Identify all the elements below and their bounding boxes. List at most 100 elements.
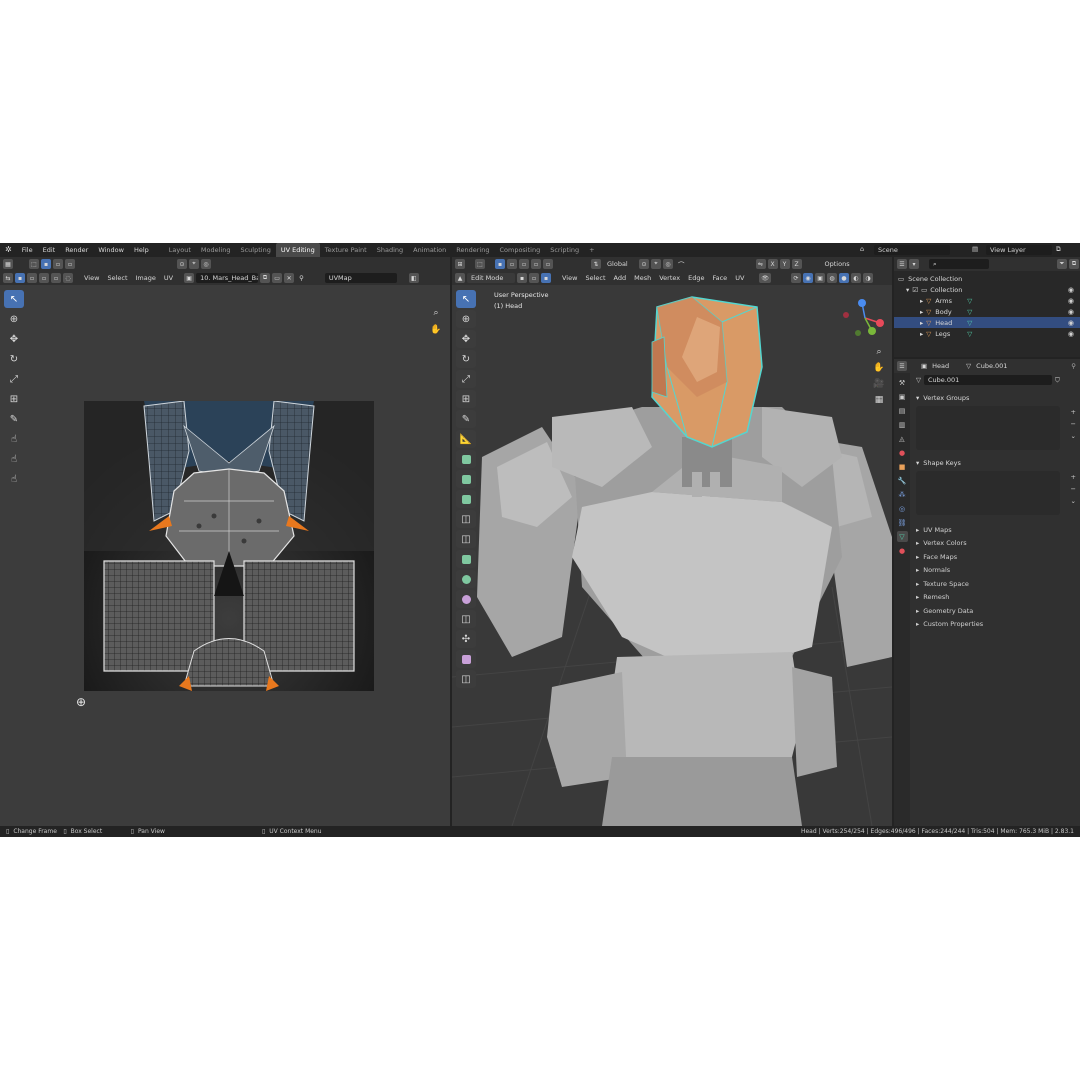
outliner-item-body[interactable]: ▸ ▽ Body ▽ ◉ xyxy=(894,306,1080,317)
menu-window[interactable]: Window xyxy=(93,243,129,257)
viewport-box5-icon[interactable]: ▫ xyxy=(543,259,553,269)
viewport-box3-icon[interactable]: ▫ xyxy=(519,259,529,269)
outliner-type-icon[interactable]: ☰ xyxy=(897,259,907,269)
pivot-icon[interactable]: ⊙ xyxy=(177,259,187,269)
axis-z-toggle[interactable]: Z xyxy=(791,259,802,269)
remove-shape-key-button[interactable]: − xyxy=(1071,485,1076,493)
viewport-select-mode-icon[interactable]: ⬚ xyxy=(475,259,485,269)
vp-smooth-tool-icon[interactable]: ◫ xyxy=(456,610,476,628)
vp-measure-tool-icon[interactable]: 📐 xyxy=(456,430,476,448)
outliner-search[interactable]: ⌕ xyxy=(929,259,989,269)
tab-layout[interactable]: Layout xyxy=(164,243,196,257)
remove-group-button[interactable]: − xyxy=(1071,420,1076,428)
vp-shrink-tool-icon[interactable] xyxy=(456,650,476,668)
tab-animation[interactable]: Animation xyxy=(408,243,451,257)
outliner-scene-collection[interactable]: ▭ Scene Collection xyxy=(894,273,1080,284)
viewport-editor-type-icon[interactable]: ⊞ xyxy=(455,259,465,269)
falloff-icon[interactable]: ⌒ xyxy=(675,259,688,269)
eye-icon[interactable]: ◉ xyxy=(1068,330,1074,338)
uv-map-field[interactable]: UVMap xyxy=(324,273,397,283)
add-shape-key-button[interactable]: + xyxy=(1071,473,1076,481)
tab-sculpting[interactable]: Sculpting xyxy=(235,243,275,257)
vp-menu-mesh[interactable]: Mesh xyxy=(631,274,654,282)
vp-annotate-tool-icon[interactable]: ✎ xyxy=(456,410,476,428)
face-mode-icon[interactable]: ▫ xyxy=(65,259,75,269)
outliner-item-head[interactable]: ▸ ▽ Head ▽ ◉ xyxy=(894,317,1080,328)
vp-rotate-tool-icon[interactable]: ↻ xyxy=(456,350,476,368)
viewport-proportional-icon[interactable]: ◎ xyxy=(663,259,673,269)
display-mode-icon[interactable]: ▾ xyxy=(909,259,919,269)
mirror-toggle-icon[interactable]: ⇋ xyxy=(755,259,766,269)
uv-menu-view[interactable]: View xyxy=(81,274,102,282)
tab-scripting[interactable]: Scripting xyxy=(545,243,584,257)
image-open-icon[interactable]: ▭ xyxy=(272,273,283,283)
blender-logo-icon[interactable]: ✲ xyxy=(0,243,17,257)
particles-tab-icon[interactable]: ⁂ xyxy=(897,489,908,500)
editor-type-icon[interactable]: ▦ xyxy=(3,259,13,269)
render-tab-icon[interactable]: ▣ xyxy=(897,391,908,402)
vp-loopcut-tool-icon[interactable]: ◫ xyxy=(456,530,476,548)
visibility-icon[interactable]: 👁 xyxy=(759,273,772,283)
vp-polybuild-tool-icon[interactable] xyxy=(456,570,476,588)
view-layer-tab-icon[interactable]: ▥ xyxy=(897,419,908,430)
group-menu-icon[interactable]: ⌄ xyxy=(1071,432,1076,440)
vp-extrude-tool-icon[interactable] xyxy=(456,470,476,488)
vp-grid-icon[interactable]: ▦ xyxy=(872,393,886,407)
transform-tool-icon[interactable]: ⊞ xyxy=(4,390,24,408)
vp-menu-select[interactable]: Select xyxy=(582,274,608,282)
add-group-button[interactable]: + xyxy=(1071,408,1076,416)
orientation-icon[interactable]: ⇅ xyxy=(591,259,601,269)
viewport-scene[interactable] xyxy=(452,257,892,826)
vp-transform-tool-icon[interactable]: ⊞ xyxy=(456,390,476,408)
shading-wire-icon[interactable]: ◍ xyxy=(827,273,838,283)
2d-cursor-icon[interactable]: ⊕ xyxy=(76,695,86,709)
tab-compositing[interactable]: Compositing xyxy=(494,243,545,257)
axis-y-toggle[interactable]: Y xyxy=(779,259,790,269)
vp-inset-tool-icon[interactable] xyxy=(456,490,476,508)
image-name-field[interactable]: 10. Mars_Head_Bas... xyxy=(196,273,259,283)
scale-tool-icon[interactable]: ⤢ xyxy=(4,370,24,388)
mesh-data-tab-icon[interactable]: ▽ xyxy=(896,531,908,542)
edge-mode-icon[interactable]: ▫ xyxy=(53,259,63,269)
vp-rip-tool-icon[interactable]: ◫ xyxy=(456,670,476,688)
vp-menu-face[interactable]: Face xyxy=(709,274,730,282)
tab-shading[interactable]: Shading xyxy=(372,243,408,257)
properties-type-icon[interactable]: ☰ xyxy=(897,361,907,371)
filter-icon[interactable]: ⏷ xyxy=(1057,259,1067,269)
vp-move-tool-icon[interactable]: ✥ xyxy=(456,330,476,348)
outliner-item-arms[interactable]: ▸ ▽ Arms ▽ ◉ xyxy=(894,295,1080,306)
fake-user-icon[interactable]: ⛉ xyxy=(1055,376,1060,385)
constraints-tab-icon[interactable]: ⛓ xyxy=(897,517,908,528)
select-tool-icon[interactable]: ↖ xyxy=(4,290,24,308)
orientation-field[interactable]: Global xyxy=(603,259,637,269)
move-tool-icon[interactable]: ✥ xyxy=(4,330,24,348)
menu-file[interactable]: File xyxy=(17,243,38,257)
snap-icon[interactable]: ⌖ xyxy=(189,259,199,269)
panel-face-maps[interactable]: ▸ Face Maps xyxy=(910,550,1080,564)
pinch-tool-icon[interactable]: ☝ xyxy=(4,470,24,488)
view-layer-selector[interactable]: View Layer xyxy=(986,245,1052,255)
panel-vertex-colors[interactable]: ▸ Vertex Colors xyxy=(910,537,1080,551)
viewport-box-icon[interactable]: ▪ xyxy=(495,259,505,269)
mode-icon[interactable]: ▲ xyxy=(455,273,465,283)
modifier-tab-icon[interactable]: 🔧 xyxy=(897,475,908,486)
scene-selector[interactable]: Scene xyxy=(874,245,950,255)
eye-icon[interactable]: ◉ xyxy=(1068,319,1074,327)
vp-add-cube-tool-icon[interactable] xyxy=(456,450,476,468)
vp-camera-icon[interactable]: 🎥 xyxy=(872,377,886,391)
pin-icon[interactable]: ⚲ xyxy=(296,274,307,282)
zoom-icon[interactable]: ⌕ xyxy=(429,306,443,320)
image-duplicate-icon[interactable]: ⧉ xyxy=(260,273,271,283)
annotate-tool-icon[interactable]: ✎ xyxy=(4,410,24,428)
panel-vertex-groups[interactable]: ▾ Vertex Groups xyxy=(910,391,1080,404)
edge-select-icon[interactable]: ▫ xyxy=(529,273,539,283)
eye-icon[interactable]: ◉ xyxy=(1068,308,1074,316)
vp-cursor-tool-icon[interactable]: ⊕ xyxy=(456,310,476,328)
vp-menu-view[interactable]: View xyxy=(559,274,580,282)
overlay-icon[interactable]: ◉ xyxy=(803,273,814,283)
viewport-snap-icon[interactable]: ⌖ xyxy=(651,259,661,269)
expand-arrow-icon[interactable]: ▸ xyxy=(920,330,923,338)
tab-texture-paint[interactable]: Texture Paint xyxy=(320,243,372,257)
material-tab-icon[interactable]: ● xyxy=(897,545,908,556)
panel-uv-maps[interactable]: ▸ UV Maps xyxy=(910,523,1080,537)
